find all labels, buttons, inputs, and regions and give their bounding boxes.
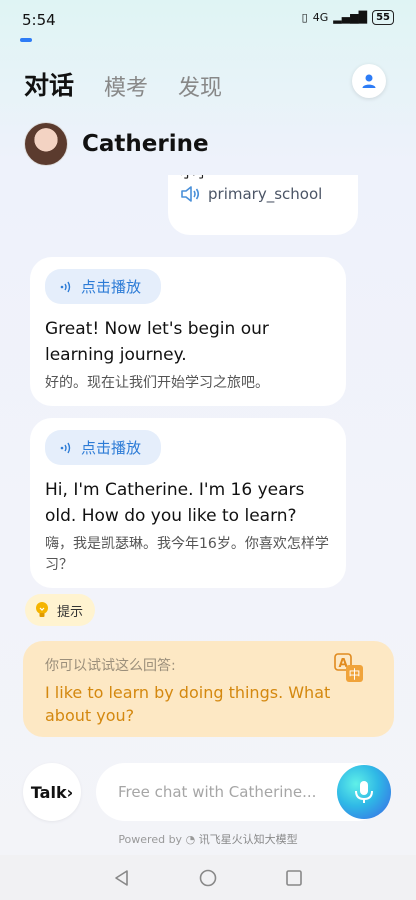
ai-message-bubble: 点击播放 Great! Now let's begin our learning… [30,257,346,406]
signal-icon: ▂▄▆█ [333,11,368,24]
hint-button[interactable]: 提示 [25,594,96,626]
sound-wave-icon [60,442,71,453]
lightbulb-icon [36,602,48,617]
status-icons: ▯ 4G ▂▄▆█ 55 [302,10,394,25]
character-header: Catherine [24,122,209,166]
hint-label: 提示 [57,604,84,620]
sound-wave-icon [60,281,71,292]
suggestion-label: 你可以试试这么回答: [45,658,176,674]
voice-input-button[interactable] [337,765,391,819]
user-message-speak-text: primary_school [208,185,323,203]
suggestion-text[interactable]: I like to learn by doing things. What ab… [45,681,372,727]
status-time: 5:54 [22,11,56,29]
recents-icon[interactable] [285,869,303,887]
profile-button[interactable] [352,64,386,98]
status-bar: 5:54 ▯ 4G ▂▄▆█ 55 [0,0,416,40]
tab-discover[interactable]: 发现 [178,70,222,102]
chat-area[interactable]: 小学 primary_school 点击播放 Great! Now let's … [0,175,416,605]
vibrate-icon: ▯ [301,11,308,24]
home-icon[interactable] [199,869,217,887]
play-audio-label: 点击播放 [81,278,142,296]
user-message-bubble: 小学 primary_school [168,175,358,235]
play-audio-label: 点击播放 [81,439,142,457]
character-avatar[interactable] [24,122,68,166]
ai-message-english: Great! Now let's begin our learning jour… [45,319,269,365]
ai-message-bubble: 点击播放 Hi, I'm Catherine. I'm 16 years old… [30,418,346,588]
network-label: 4G [312,11,329,24]
translate-icon[interactable]: A 中 [334,653,364,683]
microphone-icon [355,781,373,803]
character-name: Catherine [82,131,209,157]
system-nav-bar [0,855,416,900]
user-message-text: 小学 [180,175,210,182]
powered-by-brand: 讯飞星火认知大模型 [198,833,298,846]
brand-logo-icon: ◔ [185,833,196,846]
ai-message-chinese: 嗨，我是凯瑟琳。我今年16岁。你喜欢怎样学习？ [45,536,329,573]
speaker-row[interactable]: primary_school [180,185,322,203]
speaker-icon[interactable] [180,186,200,202]
play-audio-button[interactable]: 点击播放 [45,269,162,304]
svg-text:中: 中 [349,667,361,682]
talk-mode-button[interactable]: Talk› [23,763,81,821]
active-tab-indicator [20,38,32,42]
play-audio-button[interactable]: 点击播放 [45,430,162,465]
powered-by-label: Powered by [118,833,183,846]
powered-by-footer: Powered by ◔ 讯飞星火认知大模型 [0,831,416,847]
back-icon[interactable] [113,869,131,887]
battery-icon: 55 [372,10,394,25]
ai-message-chinese: 好的。现在让我们开始学习之旅吧。 [45,375,269,391]
tab-mock-exam[interactable]: 模考 [104,70,148,102]
ai-message-english: Hi, I'm Catherine. I'm 16 years old. How… [45,480,305,526]
tab-chat[interactable]: 对话 [24,66,74,102]
top-tabs: 对话 模考 发现 [24,66,222,102]
user-icon [362,74,376,88]
suggestion-card[interactable]: 你可以试试这么回答: I like to learn by doing thin… [23,641,394,737]
